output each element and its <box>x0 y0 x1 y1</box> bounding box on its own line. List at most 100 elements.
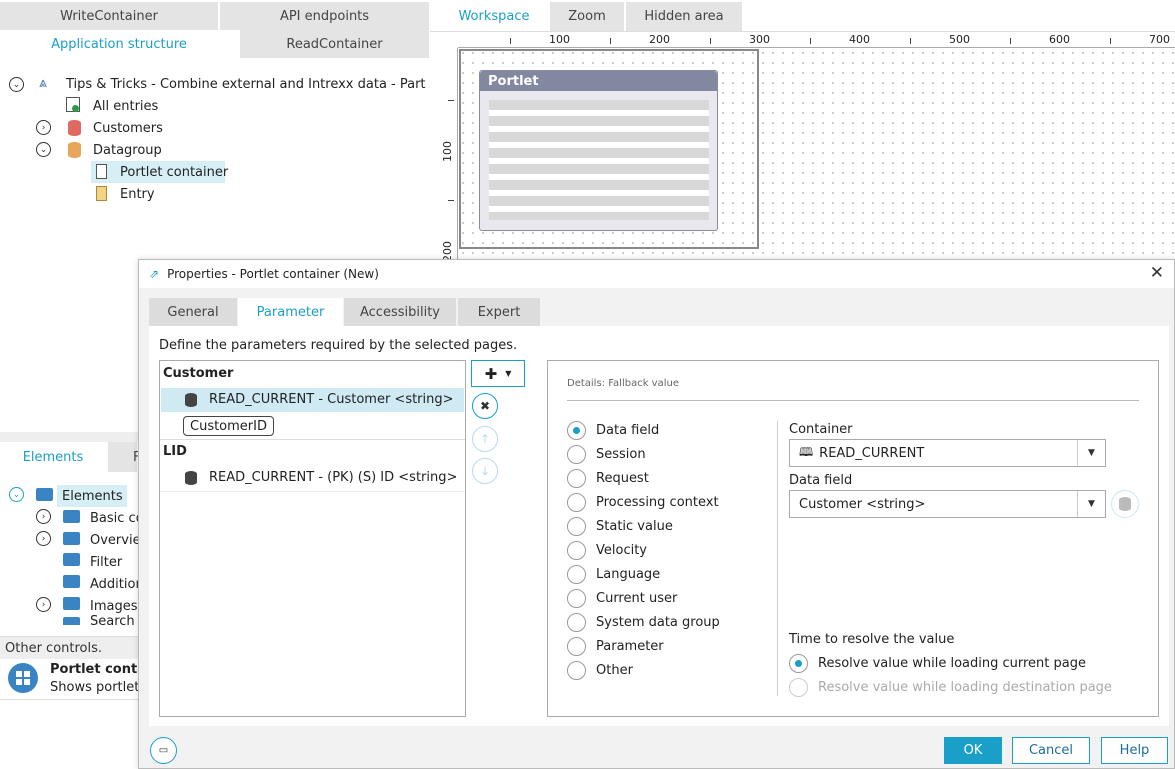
expand-overview-icon[interactable]: › <box>36 531 51 546</box>
entry-icon <box>96 186 107 201</box>
book-icon: 🕮 <box>799 444 814 459</box>
radio-static-value[interactable] <box>567 517 586 536</box>
ruler-label: 400 <box>849 33 870 46</box>
tree-item-basic[interactable]: Basic co <box>90 507 144 529</box>
database-icon <box>1119 497 1131 511</box>
vertical-ruler: 100 200 <box>440 48 458 262</box>
tab-application-structure[interactable]: Application structure <box>0 30 239 58</box>
database-icon <box>185 471 197 485</box>
tab-workspace[interactable]: Workspace <box>440 2 548 31</box>
radio-label: Language <box>596 567 661 582</box>
parameter-tag[interactable]: CustomerID <box>183 416 274 436</box>
radio-label: Static value <box>596 519 673 534</box>
param-label: READ_CURRENT - (PK) (S) ID <string> <box>209 470 458 485</box>
plus-icon: ✚ <box>484 364 498 383</box>
arrow-down-icon: ↓ <box>479 464 491 478</box>
ruler-label: 300 <box>749 33 770 46</box>
radio-language[interactable] <box>567 565 586 584</box>
tree-item-elements[interactable]: Elements <box>62 485 123 507</box>
choose-datafield-button[interactable] <box>1111 490 1139 518</box>
radio-session[interactable] <box>567 445 586 464</box>
tab-writecontainer[interactable]: WriteContainer <box>0 2 219 30</box>
expand-basic-icon[interactable]: › <box>36 509 51 524</box>
container-select[interactable]: 🕮 READ_CURRENT ▼ <box>789 439 1106 467</box>
collapse-elements-icon[interactable]: ⌄ <box>9 487 24 502</box>
radio-label: Resolve value while loading destination … <box>818 680 1112 695</box>
tab-expert[interactable]: Expert <box>458 298 540 326</box>
radio-parameter[interactable] <box>567 637 586 656</box>
radio-processing-context[interactable] <box>567 493 586 512</box>
tab-hidden-area[interactable]: Hidden area <box>626 2 742 31</box>
collapse-root-icon[interactable]: ⌄ <box>9 77 24 92</box>
dialog-title: Properties - Portlet container (New) <box>167 267 379 281</box>
param-row-customer[interactable]: READ_CURRENT - Customer <string> <box>161 388 464 412</box>
portlet-item-title[interactable]: Portlet conta <box>50 662 146 677</box>
layout-button[interactable]: ▭ <box>150 737 177 764</box>
window-icon: ▭ <box>158 745 169 756</box>
folder-icon <box>63 553 80 566</box>
param-row-lid[interactable]: READ_CURRENT - (PK) (S) ID <string> <box>161 466 464 490</box>
cancel-button[interactable]: Cancel <box>1012 737 1090 764</box>
container-value: READ_CURRENT <box>819 445 925 461</box>
tab-accessibility[interactable]: Accessibility <box>344 298 456 326</box>
tree-item-filter[interactable]: Filter <box>90 551 122 573</box>
datafield-label: Data field <box>789 473 853 488</box>
folder-icon <box>63 575 80 588</box>
radio-request[interactable] <box>567 469 586 488</box>
tree-item-portlet-container[interactable]: Portlet container <box>120 161 228 183</box>
parameter-list: Customer READ_CURRENT - Customer <string… <box>159 360 466 717</box>
folder-icon <box>63 510 80 523</box>
tab-elements[interactable]: Elements <box>0 442 107 472</box>
radio-system-data-group[interactable] <box>567 613 586 632</box>
expand-images-icon[interactable]: › <box>36 597 51 612</box>
tree-item-application[interactable]: Tips & Tricks - Combine external and Int… <box>66 73 438 95</box>
portlet-content-placeholder <box>489 100 709 220</box>
tab-readcontainer[interactable]: ReadContainer <box>240 30 430 58</box>
database-icon <box>68 120 81 136</box>
collapse-datagroup-icon[interactable]: ⌄ <box>36 142 51 157</box>
tree-item-customers[interactable]: Customers <box>93 117 163 139</box>
radio-resolve-current[interactable] <box>789 654 808 673</box>
radio-velocity[interactable] <box>567 541 586 560</box>
resolve-label: Time to resolve the value <box>789 632 955 647</box>
dialog-titlebar: ⇗ Properties - Portlet container (New) ✕ <box>139 260 1174 288</box>
folder-icon <box>63 617 80 625</box>
expand-customers-icon[interactable]: › <box>36 120 51 135</box>
move-down-button[interactable]: ↓ <box>472 458 498 484</box>
divider <box>567 400 1139 401</box>
radio-resolve-destination[interactable] <box>789 678 808 697</box>
radio-other[interactable] <box>567 661 586 680</box>
radio-data-field[interactable] <box>567 421 586 440</box>
delete-parameter-button[interactable]: ✖ <box>472 393 498 419</box>
ok-button[interactable]: OK <box>944 737 1002 764</box>
tree-item-datagroup[interactable]: Datagroup <box>93 139 162 161</box>
dialog-body: Define the parameters required by the se… <box>149 326 1169 726</box>
datagroup-icon <box>68 142 81 158</box>
container-label: Container <box>789 422 853 437</box>
tree-item-all-entries[interactable]: All entries <box>93 95 158 117</box>
tab-api-endpoints[interactable]: API endpoints <box>220 2 430 30</box>
radio-label: Current user <box>596 591 678 606</box>
help-button[interactable]: Help <box>1101 737 1168 764</box>
tree-item-entry[interactable]: Entry <box>120 183 155 205</box>
app-icon: ⇗ <box>149 267 160 281</box>
group-header-lid: LID <box>163 444 187 459</box>
tree-item-additional[interactable]: Addition <box>90 573 144 595</box>
radio-current-user[interactable] <box>567 589 586 608</box>
tab-parameter[interactable]: Parameter <box>238 298 343 326</box>
portlet-element[interactable]: Portlet <box>479 70 718 231</box>
add-parameter-button[interactable]: ✚ ▼ <box>471 360 525 387</box>
datafield-value: Customer <string> <box>799 496 926 512</box>
move-up-button[interactable]: ↑ <box>472 426 498 452</box>
instruction-text: Define the parameters required by the se… <box>159 338 518 353</box>
ruler-label: 600 <box>1049 33 1070 46</box>
tab-general[interactable]: General <box>149 298 237 326</box>
datafield-select[interactable]: Customer <string> ▼ <box>789 490 1106 518</box>
close-icon[interactable]: ✕ <box>1150 263 1164 283</box>
tab-zoom[interactable]: Zoom <box>550 2 624 31</box>
folder-icon <box>63 597 80 610</box>
tab-f[interactable]: F <box>108 442 140 472</box>
ruler-label: 100 <box>549 33 570 46</box>
tree-item-overview[interactable]: Overvie <box>90 529 141 551</box>
chevron-down-icon: ▼ <box>505 369 512 378</box>
